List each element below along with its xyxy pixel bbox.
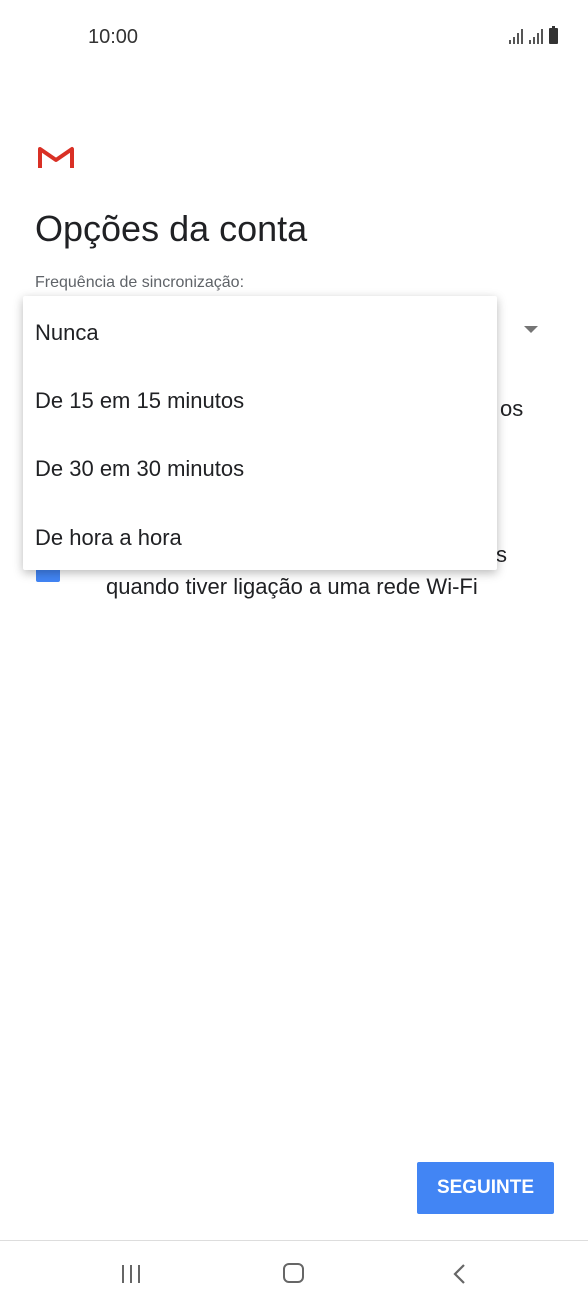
background-text: os — [500, 396, 524, 421]
sync-frequency-label: Frequência de sincronização: — [35, 274, 245, 291]
status-icons — [509, 26, 558, 44]
navigation-bar — [0, 1241, 588, 1308]
battery-icon — [549, 26, 558, 44]
sync-frequency-menu: Nunca De 15 em 15 minutos De 30 em 30 mi… — [23, 296, 497, 570]
background-text: s — [496, 542, 507, 567]
back-icon[interactable] — [452, 1262, 468, 1286]
next-button[interactable]: SEGUINTE — [417, 1162, 554, 1214]
page-title: Opções da conta — [35, 208, 308, 249]
status-time: 10:00 — [88, 26, 139, 48]
menu-item-15-minutes[interactable]: De 15 em 15 minutos — [35, 388, 244, 414]
signal-icon — [529, 28, 543, 44]
gmail-logo-icon — [38, 147, 74, 168]
home-icon[interactable] — [283, 1263, 304, 1283]
dropdown-arrow-icon[interactable] — [524, 326, 538, 333]
signal-icon — [509, 28, 523, 44]
wifi-option-label: quando tiver ligação a uma rede Wi-Fi — [106, 574, 478, 599]
status-bar: 10:00 — [0, 0, 588, 76]
recents-icon[interactable] — [120, 1263, 142, 1285]
menu-item-30-minutes[interactable]: De 30 em 30 minutos — [35, 456, 244, 482]
menu-item-hourly[interactable]: De hora a hora — [35, 525, 182, 551]
menu-item-never[interactable]: Nunca — [35, 320, 99, 346]
